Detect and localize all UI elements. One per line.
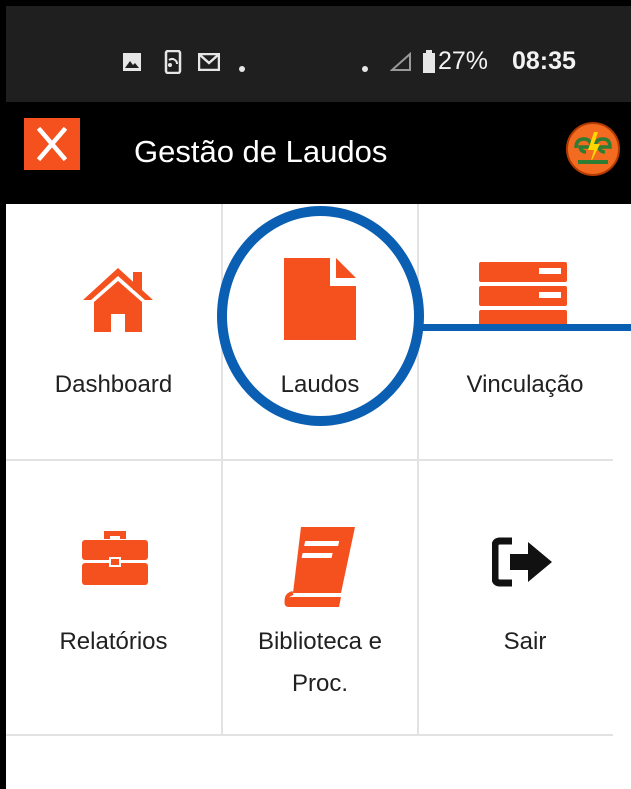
gmail-icon	[198, 53, 220, 71]
menu-item-sair[interactable]: Sair	[419, 461, 631, 734]
signal-icon	[390, 52, 411, 71]
page-title: Gestão de Laudos	[134, 134, 388, 169]
menu-item-label-line2: Proc.	[291, 670, 348, 697]
highlight-pointer-line	[421, 324, 631, 331]
grid-divider	[6, 734, 613, 736]
notification-dot-icon	[239, 66, 245, 72]
menu-item-label: Sair	[503, 628, 547, 655]
image-icon	[123, 53, 141, 71]
battery-icon	[423, 50, 435, 73]
toolbar: Gestão de Laudos	[6, 102, 631, 204]
menu-item-label: Vinculação	[466, 371, 584, 398]
clock: 08:35	[512, 47, 576, 75]
company-logo-icon	[566, 122, 620, 176]
battery-percentage: 27%	[438, 47, 489, 75]
sign-out-icon	[492, 537, 552, 587]
highlight-circle	[217, 206, 424, 426]
notification-dot-icon	[362, 66, 368, 72]
home-icon	[83, 268, 153, 332]
server-icon	[479, 262, 567, 328]
close-button[interactable]	[24, 118, 80, 170]
menu-item-label: Biblioteca e	[257, 628, 383, 655]
menu-item-biblioteca[interactable]: Biblioteca e Proc.	[223, 461, 417, 734]
status-bar: 27% 08:35	[6, 6, 631, 102]
menu-item-dashboard[interactable]: Dashboard	[6, 204, 221, 459]
close-icon	[36, 126, 68, 162]
menu-item-relatorios[interactable]: Relatórios	[6, 461, 221, 734]
screen: 27% 08:35 Gestão de Laudos Dashboard Lau…	[6, 6, 631, 789]
menu-item-label: Relatórios	[59, 628, 168, 655]
screencast-icon	[164, 50, 182, 74]
briefcase-icon	[82, 531, 148, 585]
device-frame: 27% 08:35 Gestão de Laudos Dashboard Lau…	[0, 0, 631, 789]
book-icon	[284, 527, 355, 607]
menu-item-label: Dashboard	[54, 371, 173, 398]
menu-item-vinculacao[interactable]: Vinculação	[419, 204, 631, 459]
